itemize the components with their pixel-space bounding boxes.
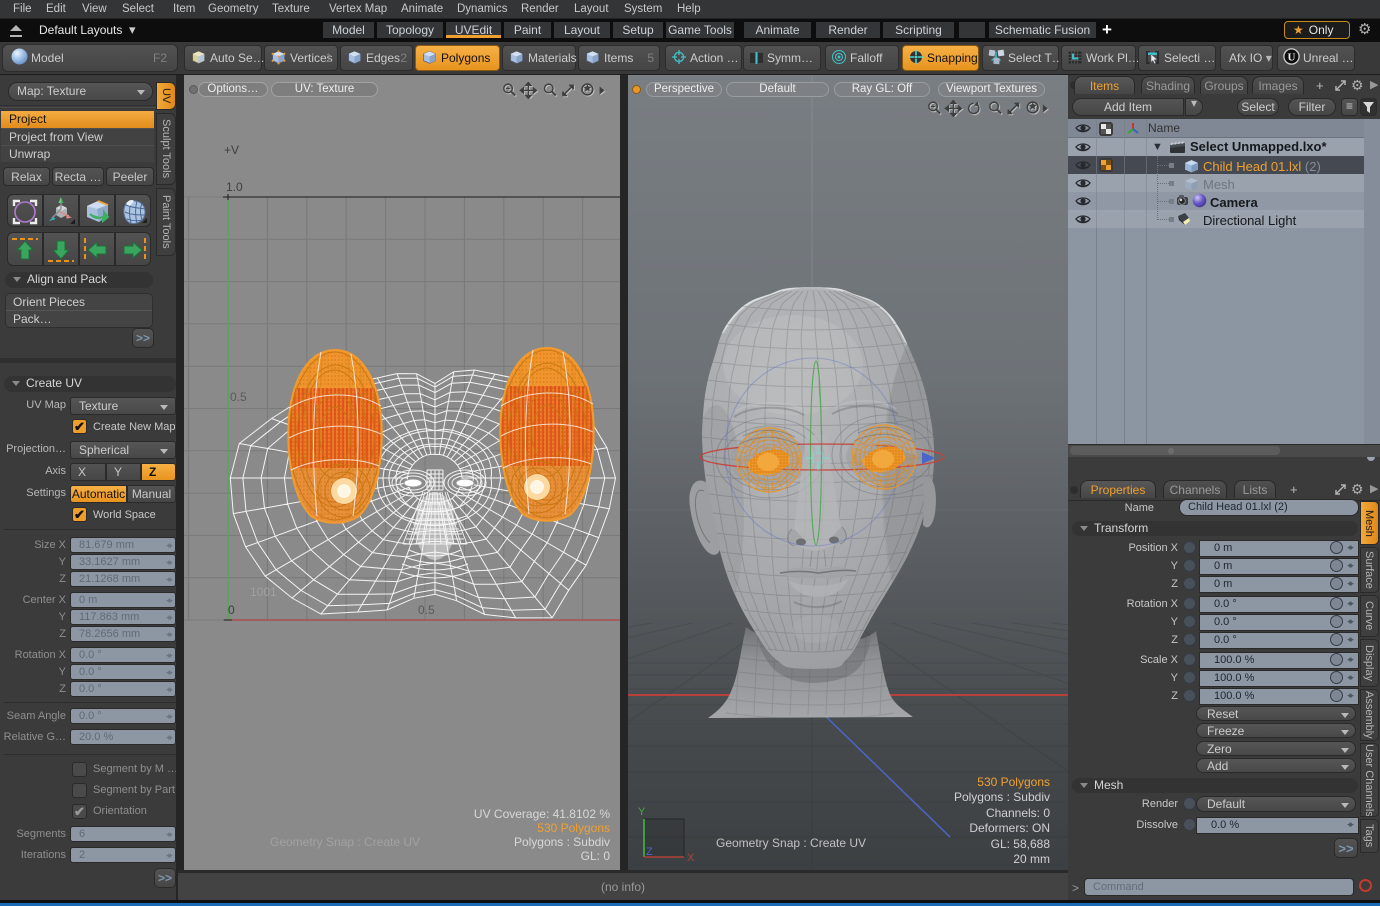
- svg-text:X: X: [687, 852, 695, 864]
- svg-text:Y: Y: [638, 806, 646, 818]
- svg-text:Z: Z: [646, 846, 653, 858]
- svg-text:U: U: [1288, 52, 1296, 64]
